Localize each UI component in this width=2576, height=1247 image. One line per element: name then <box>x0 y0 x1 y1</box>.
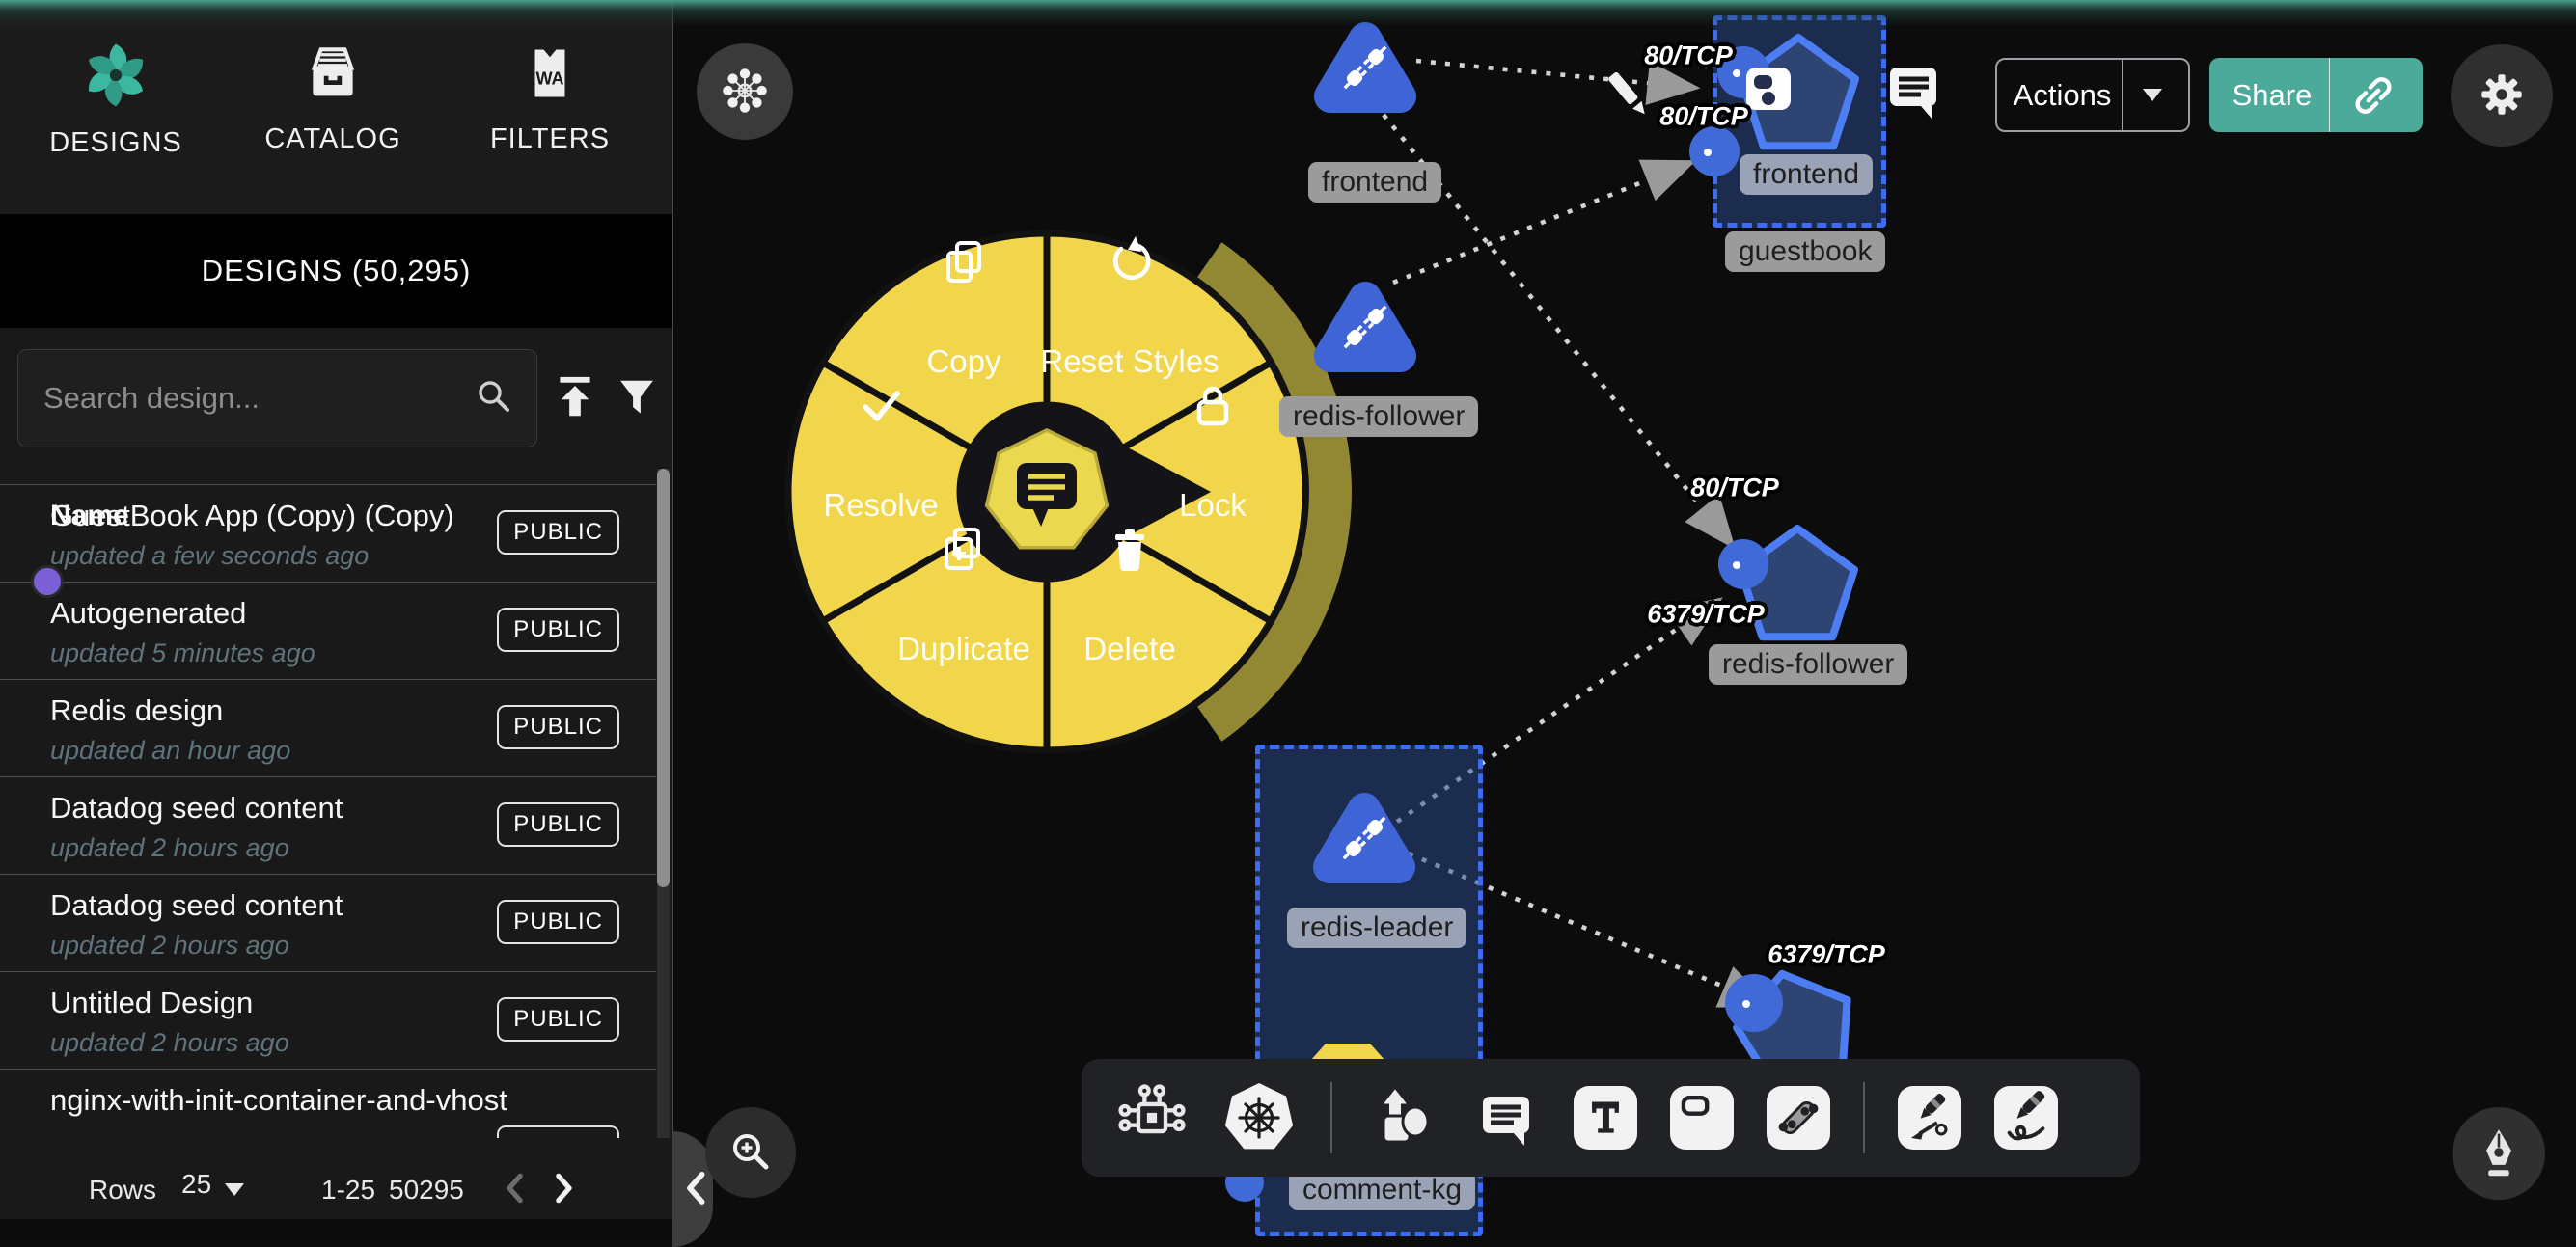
copy-icon <box>937 234 991 293</box>
canvas-toolbar <box>1082 1059 2140 1177</box>
toolbar-divider <box>1330 1082 1332 1153</box>
chevron-left-icon <box>680 1167 713 1212</box>
redis-follower-service-node[interactable] <box>1298 267 1433 393</box>
edge-label: 80/TCP <box>1644 41 1733 71</box>
freehand-pen-icon[interactable] <box>1994 1086 2058 1150</box>
reset-styles-icon <box>1103 234 1157 293</box>
toolbar-divider <box>1863 1082 1865 1153</box>
resolve-icon <box>854 378 908 437</box>
comment-kg-node[interactable] <box>1304 1042 1391 1061</box>
settings-button[interactable] <box>2451 44 2553 147</box>
edge-label: 6379/TCP <box>1647 600 1765 630</box>
note-tool-icon[interactable] <box>1670 1086 1734 1150</box>
node-label[interactable]: redis-leader <box>1287 908 1466 948</box>
mesh-cluster-icon <box>717 63 773 122</box>
comment-annotation-icon[interactable] <box>1886 62 1942 124</box>
delete-icon <box>1103 522 1157 581</box>
node-label[interactable]: frontend <box>1308 162 1441 203</box>
link-tool-icon[interactable] <box>1767 1086 1830 1150</box>
pen-nib-icon <box>2472 1125 2526 1182</box>
share-button[interactable]: Share <box>2209 58 2423 132</box>
node-label[interactable]: redis-follower <box>1709 644 1907 685</box>
edge-label: 6379/TCP <box>1768 940 1885 970</box>
frontend-service-node[interactable] <box>1298 8 1433 133</box>
port-handle[interactable] <box>1689 126 1740 176</box>
ink-pen-button[interactable] <box>2453 1107 2545 1200</box>
radial-label-lock[interactable]: Lock <box>1107 487 1319 524</box>
comment-tool-icon[interactable] <box>1471 1083 1541 1152</box>
text-tool-icon[interactable] <box>1574 1086 1637 1150</box>
chevron-down-icon[interactable] <box>2123 89 2182 101</box>
lock-icon <box>1186 378 1240 437</box>
gear-icon <box>2474 67 2530 125</box>
save-floppy-icon <box>1746 68 1793 117</box>
port-handle[interactable] <box>1718 539 1768 589</box>
edge-label: 80/TCP <box>1659 102 1748 132</box>
radial-context-menu: Copy Reset Styles Lock Delete Duplicate … <box>709 154 1384 829</box>
duplicate-icon <box>937 522 991 581</box>
redis-leader-service-node[interactable] <box>1297 778 1432 904</box>
cluster-visibility-button[interactable] <box>697 43 793 140</box>
edge-label: 80/TCP <box>1690 474 1779 503</box>
component-graph-icon[interactable] <box>1116 1082 1188 1153</box>
radial-label-duplicate[interactable]: Duplicate <box>858 631 1070 667</box>
shapes-icon[interactable] <box>1365 1081 1439 1154</box>
node-label[interactable]: guestbook <box>1725 231 1885 272</box>
edit-pencil-icon[interactable] <box>1597 64 1660 132</box>
copy-link-icon[interactable] <box>2330 73 2417 118</box>
node-label[interactable]: frontend <box>1740 154 1873 195</box>
actions-button-label: Actions <box>2003 78 2122 113</box>
share-button-label: Share <box>2215 78 2329 113</box>
zoom-in-button[interactable] <box>705 1107 796 1198</box>
kubernetes-icon[interactable] <box>1220 1079 1298 1156</box>
zoom-in-icon <box>726 1126 776 1179</box>
port-handle[interactable] <box>1725 974 1783 1032</box>
radial-label-reset-styles[interactable]: Reset Styles <box>1024 343 1236 380</box>
node-label[interactable]: redis-follower <box>1279 396 1478 437</box>
edge-pen-icon[interactable] <box>1898 1086 1961 1150</box>
actions-button[interactable]: Actions <box>1995 58 2190 132</box>
radial-label-resolve[interactable]: Resolve <box>775 487 987 524</box>
